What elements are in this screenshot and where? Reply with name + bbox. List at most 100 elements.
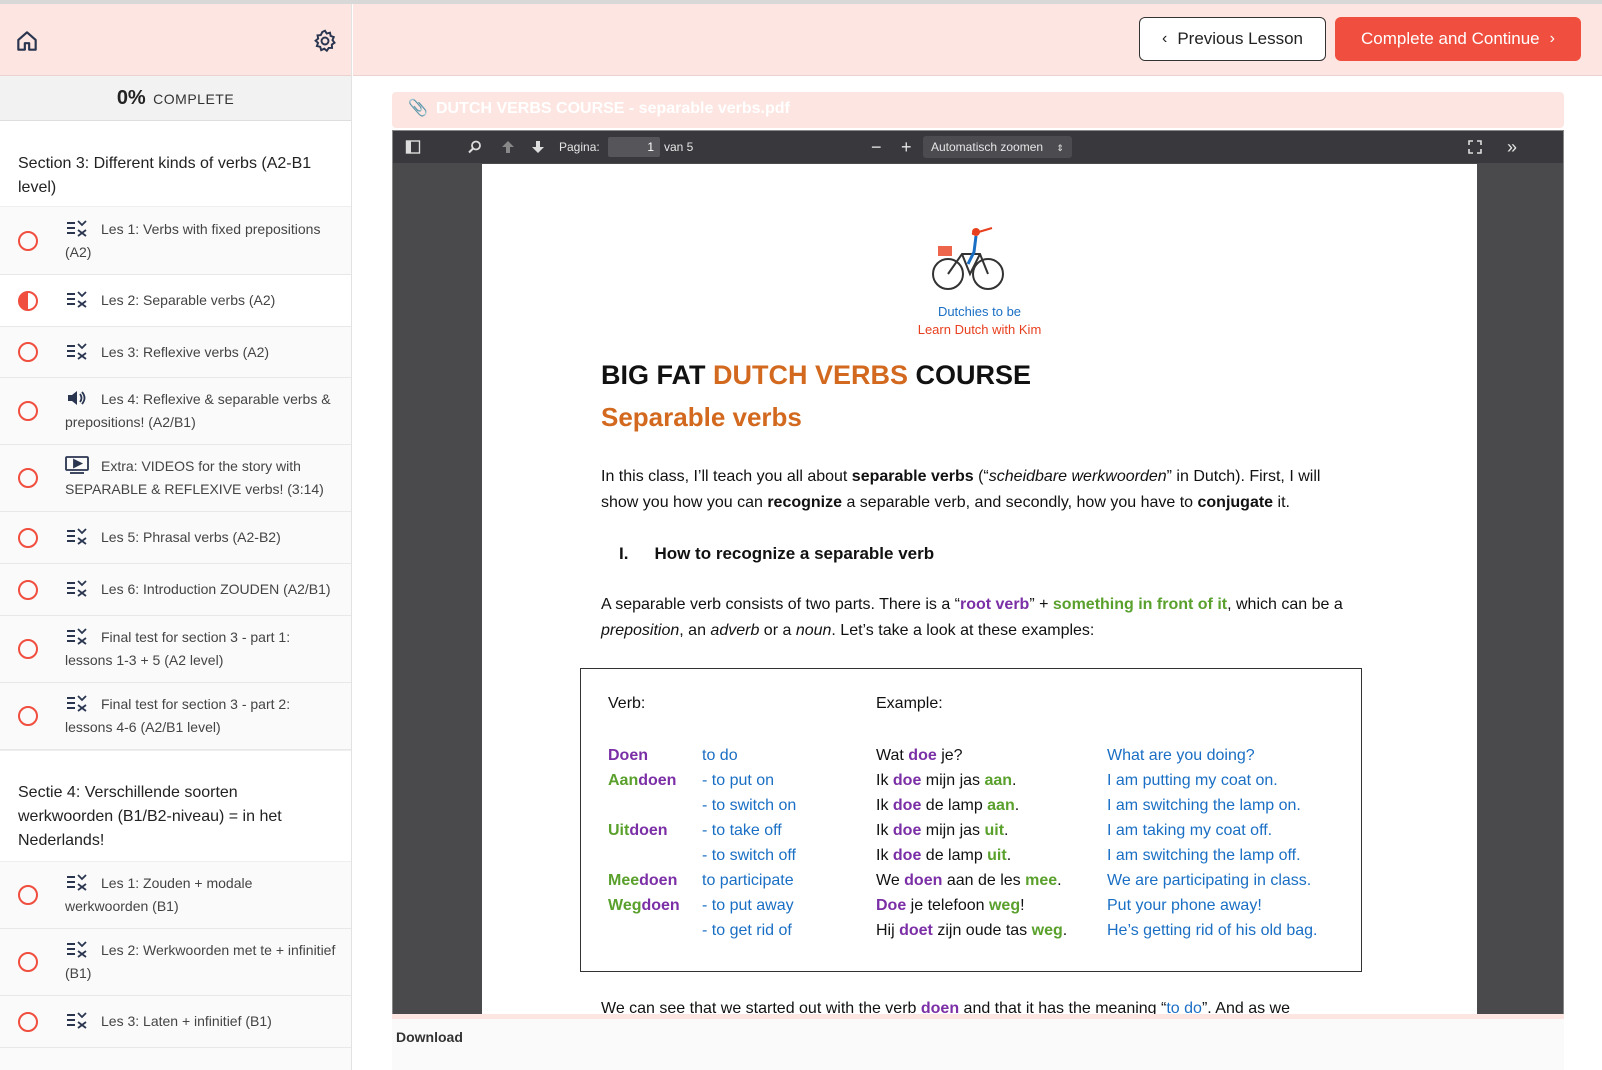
meaning-column: to do - to put on - to switch on - to take …	[702, 743, 796, 943]
arrow-down-icon[interactable]	[531, 131, 545, 163]
intro-paragraph: In this class, I’ll teach you all about …	[601, 468, 1321, 511]
section-title: Section 3: Different kinds of verbs (A2-…	[0, 121, 351, 207]
pdf-toolbar: Pagina: 1 van 5 − + Automatisch zoomen ⇕…	[393, 131, 1563, 163]
quiz-icon	[65, 219, 89, 237]
pdf-page: Dutchies to be Learn Dutch with Kim BIG …	[482, 164, 1477, 1029]
quiz-icon	[65, 873, 89, 891]
example-text: je?	[936, 747, 963, 764]
lesson-item[interactable]: Les 4: Reflexive & separable verbs & pre…	[0, 378, 351, 445]
lesson-item[interactable]: Extra: VIDEOS for the story with SEPARAB…	[0, 445, 351, 512]
meaning-cell: - to switch on	[702, 797, 797, 814]
examples-table: Verb: Example: Doen Aandoen Uitdoen Meedoen…	[580, 668, 1362, 972]
example-particle: weg	[988, 897, 1021, 914]
example-verb: doe	[892, 797, 922, 814]
lesson-item[interactable]: Les 1: Verbs with fixed prepositions (A2…	[0, 207, 351, 275]
example-text: .	[1006, 847, 1012, 864]
attachment-title[interactable]: DUTCH VERBS COURSE - separable verbs.pdf	[436, 100, 790, 117]
progress-empty-icon	[18, 706, 38, 726]
lesson-item[interactable]: Les 2: Separable verbs (A2)	[0, 275, 351, 327]
document-title: BIG FAT DUTCH VERBS COURSE	[601, 360, 1032, 390]
lesson-item[interactable]: Les 3: Reflexive verbs (A2)	[0, 327, 351, 378]
page-number-input[interactable]: 1	[608, 137, 660, 157]
example-cell: Hij doet zijn oude tas weg.	[876, 918, 1067, 943]
example-particle: uit	[984, 822, 1005, 839]
complete-and-continue-button[interactable]: Complete and Continue ›	[1335, 17, 1581, 61]
chevron-left-icon: ‹	[1161, 30, 1168, 47]
quiz-icon	[65, 527, 89, 545]
example-verb: doet	[899, 922, 933, 939]
example-particle: aan	[987, 797, 1015, 814]
more-tools-icon[interactable]: »	[1507, 131, 1517, 163]
progress-empty-icon	[18, 342, 38, 362]
example-cell: Wat doe je?	[876, 743, 1067, 768]
zoom-out-icon[interactable]: −	[871, 131, 882, 163]
page-label: Pagina:	[559, 140, 600, 154]
example-text: zijn oude tas	[932, 922, 1032, 939]
example-particle: weg	[1031, 922, 1063, 939]
example-text: Hij	[876, 922, 900, 939]
verb-cell: Wegdoen	[608, 893, 680, 918]
zoom-select[interactable]: Automatisch zoomen ⇕	[923, 136, 1072, 158]
verb-prefix: Aan	[608, 772, 639, 789]
translation-cell: What are you doing?	[1107, 747, 1255, 764]
example-text: !	[1020, 897, 1025, 914]
paperclip-icon: 📎	[408, 100, 428, 117]
lesson-label: Les 6: Introduction ZOUDEN (A2/B1)	[101, 581, 331, 597]
bicycle-logo	[932, 227, 1004, 290]
verb-cell: Doen	[608, 743, 680, 768]
verb-prefix: Uit	[608, 822, 630, 839]
home-icon[interactable]	[14, 28, 40, 54]
progress-empty-icon	[18, 952, 38, 972]
translation-cell: We are participating in class.	[1107, 872, 1312, 889]
section-4-lesson-list: Les 1: Zouden + modale werkwoorden (B1) L…	[0, 862, 351, 1048]
lesson-item[interactable]: Les 2: Werkwoorden met te + infinitief (…	[0, 929, 351, 996]
example-text: Wat	[876, 747, 909, 764]
example-particle: mee	[1025, 872, 1058, 889]
lesson-label: Les 4: Reflexive & separable verbs & pre…	[65, 391, 331, 430]
lesson-label: Les 5: Phrasal verbs (A2-B2)	[101, 529, 281, 545]
arrow-up-icon[interactable]	[501, 131, 515, 163]
quiz-icon	[65, 1011, 89, 1029]
progress-empty-icon	[18, 579, 38, 600]
verb-root: doen	[638, 772, 677, 789]
gear-icon[interactable]	[312, 28, 338, 54]
example-cell: Ik doe mijn jas aan.	[876, 768, 1067, 793]
progress-empty-icon	[18, 468, 38, 488]
fullscreen-icon[interactable]	[1467, 131, 1483, 163]
lesson-item[interactable]: Les 5: Phrasal verbs (A2-B2)	[0, 512, 351, 564]
lesson-label: Extra: VIDEOS for the story with SEPARAB…	[65, 458, 324, 497]
lesson-item[interactable]: Les 6: Introduction ZOUDEN (A2/B1)	[0, 564, 351, 616]
sidebar-toggle-icon[interactable]	[405, 131, 421, 163]
lesson-item[interactable]: Final test for section 3 - part 2: lesso…	[0, 683, 351, 750]
quiz-icon	[65, 940, 89, 958]
example-text: Ik	[876, 797, 893, 814]
example-verb: doe	[892, 772, 922, 789]
lesson-item[interactable]: Les 3: Laten + infinitief (B1)	[0, 996, 351, 1048]
example-verb: doe	[892, 847, 922, 864]
verb-column-header: Verb:	[608, 695, 646, 712]
meaning-cell: - to take off	[702, 822, 782, 839]
previous-lesson-button[interactable]: ‹ Previous Lesson	[1139, 17, 1326, 61]
course-sidebar: 0% COMPLETE Section 3: Different kinds o…	[0, 4, 352, 1070]
meaning-cell: - to switch off	[702, 847, 796, 864]
zoom-in-icon[interactable]: +	[901, 131, 912, 163]
translation-cell: He’s getting rid of his old bag.	[1107, 922, 1318, 939]
translation-cell: I am taking my coat off.	[1107, 822, 1273, 839]
lesson-label: Les 2: Separable verbs (A2)	[101, 292, 276, 308]
lesson-item[interactable]: Final test for section 3 - part 1: lesso…	[0, 616, 351, 683]
translation-cell: I am switching the lamp off.	[1107, 847, 1301, 864]
verb-cell: Uitdoen	[608, 818, 680, 843]
quiz-icon	[65, 694, 89, 712]
lesson-label: Les 3: Laten + infinitief (B1)	[101, 1013, 272, 1029]
lesson-item[interactable]: Les 1: Zouden + modale werkwoorden (B1)	[0, 862, 351, 929]
section-title: Sectie 4: Verschillende soorten werkwoor…	[0, 750, 351, 862]
search-icon[interactable]	[467, 131, 483, 163]
verb-cell	[608, 793, 680, 818]
example-text: mijn jas	[921, 822, 985, 839]
example-text: We	[876, 872, 905, 889]
download-label: Download	[396, 1029, 463, 1045]
progress-empty-icon	[18, 1011, 38, 1032]
example-particle: aan	[984, 772, 1013, 789]
example-text: mijn jas	[921, 772, 985, 789]
example-text: de lamp	[921, 847, 988, 864]
